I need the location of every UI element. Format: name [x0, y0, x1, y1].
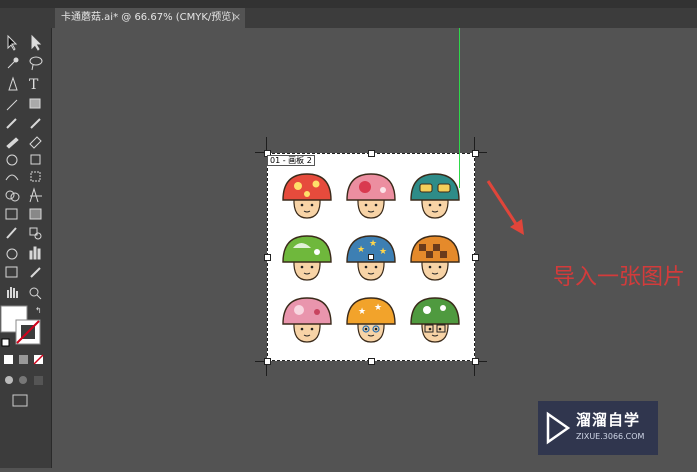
gradient-mode-icon[interactable] [19, 355, 28, 364]
resize-handle[interactable] [472, 358, 479, 365]
screen-mode-icon[interactable] [12, 394, 28, 407]
perspective-grid-tool-icon[interactable] [29, 187, 42, 203]
resize-handle[interactable] [368, 150, 375, 157]
none-mode-icon[interactable] [33, 354, 44, 365]
resize-handle[interactable] [264, 358, 271, 365]
shape-builder-tool-icon[interactable] [5, 190, 20, 202]
pencil-tool-icon[interactable] [30, 118, 41, 129]
annotation-text: 导入一张图片 [553, 265, 686, 290]
resize-handle[interactable] [472, 254, 479, 261]
magic-wand-tool-icon[interactable] [7, 57, 19, 69]
resize-handle[interactable] [472, 150, 479, 157]
annotation-arrow-icon [486, 180, 524, 235]
swap-fill-stroke-icon[interactable]: ↰ [35, 306, 42, 315]
color-mode-icon[interactable] [4, 355, 13, 364]
gradient-tool-icon[interactable] [29, 208, 42, 220]
artboard-label[interactable]: 01 - 画板 2 [267, 155, 315, 166]
eraser-tool-icon[interactable] [29, 136, 42, 149]
tool-icons: T ↰ [0, 34, 44, 407]
column-graph-tool-icon[interactable] [29, 246, 41, 260]
watermark-url: ZIXUE.3066.COM [576, 432, 645, 441]
default-colors-icon[interactable] [1, 338, 10, 347]
center-point [368, 254, 374, 260]
symbol-sprayer-tool-icon[interactable] [6, 248, 18, 260]
eyedropper-tool-icon[interactable] [6, 227, 17, 239]
mesh-tool-icon[interactable] [5, 208, 18, 220]
close-tab-icon[interactable]: × [233, 8, 241, 28]
watermark-brand: 溜溜自学 [576, 411, 641, 429]
crop-mark [474, 137, 475, 151]
zoom-tool-icon[interactable] [29, 287, 42, 300]
warp-tool-icon[interactable] [5, 174, 19, 181]
tools-panel: T ↰ [0, 28, 52, 468]
scale-tool-icon[interactable] [30, 154, 41, 165]
direct-selection-tool-icon[interactable] [31, 34, 42, 51]
vertical-guide[interactable] [459, 28, 460, 188]
stroke-swatch[interactable] [15, 319, 41, 345]
blob-brush-tool-icon[interactable] [6, 137, 19, 149]
document-tab[interactable]: 卡通蘑菇.ai* @ 66.67% (CMYK/预览) × [55, 8, 245, 28]
lasso-tool-icon[interactable] [29, 56, 43, 71]
free-transform-tool-icon[interactable] [30, 171, 41, 182]
rotate-tool-icon[interactable] [6, 154, 18, 166]
draw-normal-icon[interactable] [5, 376, 13, 384]
crop-mark [266, 137, 267, 151]
draw-inside-icon[interactable] [34, 376, 43, 385]
slice-tool-icon[interactable] [30, 267, 41, 278]
watermark: 溜溜自学 ZIXUE.3066.COM [538, 401, 658, 455]
draw-behind-icon[interactable] [19, 376, 27, 384]
document-tab-title: 卡通蘑菇.ai* @ 66.67% (CMYK/预览) [61, 12, 236, 23]
rectangle-tool-icon[interactable] [29, 98, 41, 109]
blend-tool-icon[interactable] [29, 227, 42, 240]
selection-tool-icon[interactable] [7, 34, 18, 51]
paintbrush-tool-icon[interactable] [6, 118, 17, 129]
pen-tool-icon[interactable] [8, 76, 18, 91]
resize-handle[interactable] [368, 358, 375, 365]
resize-handle[interactable] [264, 254, 271, 261]
document-tab-bar: 卡通蘑菇.ai* @ 66.67% (CMYK/预览) × [0, 8, 697, 28]
line-tool-icon[interactable] [6, 99, 18, 111]
type-tool-icon[interactable]: T [29, 77, 39, 93]
hand-tool-icon[interactable] [7, 287, 18, 298]
watermark-logo-icon [546, 411, 571, 445]
artboard-tool-icon[interactable] [5, 266, 18, 278]
